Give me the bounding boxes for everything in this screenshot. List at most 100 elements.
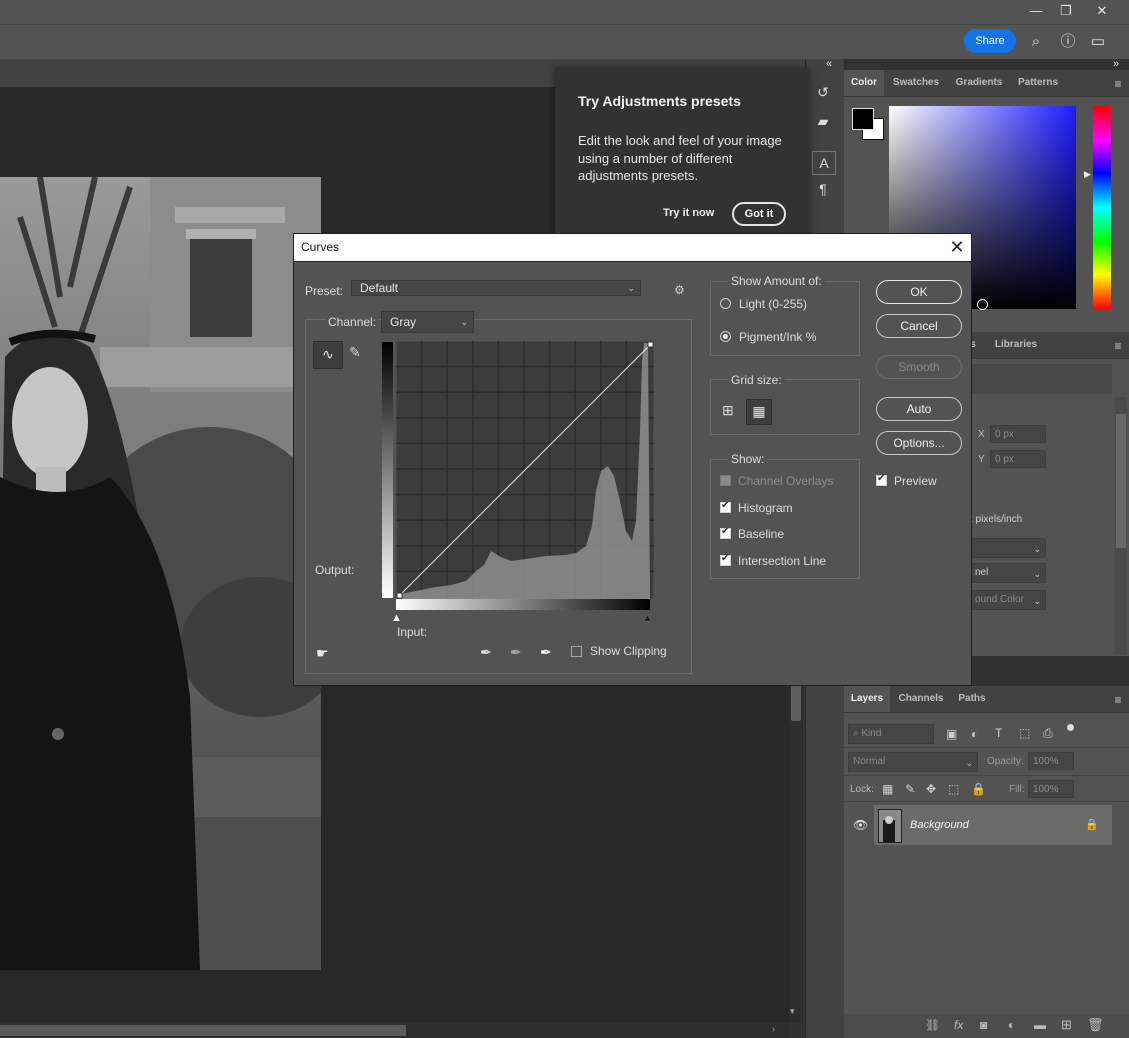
horizontal-scroll-thumb[interactable] (0, 1025, 406, 1036)
got-it-button[interactable]: Got it (732, 202, 786, 226)
tab-color[interactable]: Color (844, 70, 884, 96)
on-image-adjust-icon[interactable]: ☛ (316, 645, 329, 662)
filter-adjustment-icon[interactable]: ◐ (971, 727, 978, 741)
opacity-input[interactable]: 100% (1028, 752, 1074, 770)
filter-toggle-icon[interactable] (1067, 724, 1074, 731)
comment-icon[interactable]: ▰ (812, 110, 834, 132)
paragraph-icon[interactable]: ¶ (812, 178, 834, 200)
show-clipping-checkbox[interactable] (571, 646, 582, 657)
preset-select[interactable]: Default ⌄ (351, 280, 641, 296)
show-clipping-label: Show Clipping (590, 644, 667, 658)
add-mask-icon[interactable]: ◙ (980, 1018, 987, 1032)
popup-body: Edit the look and feel of your image usi… (578, 133, 782, 183)
close-icon[interactable]: ✕ (1086, 0, 1118, 22)
tab-libraries[interactable]: Libraries (986, 332, 1046, 358)
filter-type-icon[interactable]: T (995, 726, 1002, 740)
link-layers-icon[interactable]: ⛓ (925, 1018, 940, 1032)
cancel-button[interactable]: Cancel (876, 314, 962, 338)
properties-select-1[interactable]: ⌄ (970, 538, 1046, 558)
histogram-checkbox[interactable] (720, 500, 731, 513)
preview-checkbox[interactable] (876, 473, 887, 486)
layer-kind-filter[interactable]: ⌕ Kind (848, 724, 934, 744)
options-button[interactable]: Options... (876, 431, 962, 455)
delete-layer-icon[interactable]: 🗑 (1087, 1017, 1104, 1033)
baseline-checkbox[interactable] (720, 526, 731, 539)
dialog-close-icon[interactable]: ✕ (946, 236, 968, 258)
simple-grid-icon[interactable]: ⊞ (722, 402, 734, 419)
pigment-label: Pigment/Ink % (739, 330, 817, 344)
y-input[interactable]: 0 px (990, 450, 1046, 468)
help-icon[interactable]: ⓘ (1057, 31, 1079, 53)
try-it-now-link[interactable]: Try it now (663, 207, 714, 219)
preset-options-gear-icon[interactable]: ⚙ (674, 283, 685, 297)
channel-select[interactable]: Gray ⌄ (381, 311, 474, 333)
filter-pixel-icon[interactable]: ▣ (946, 727, 957, 741)
lock-transparent-icon[interactable]: ▦ (882, 782, 893, 796)
black-eyedropper-icon[interactable]: ✒ (480, 644, 492, 661)
black-point-slider-icon[interactable]: ▲ (391, 612, 402, 624)
auto-button[interactable]: Auto (876, 397, 962, 421)
search-icon[interactable]: ⌕ (1025, 31, 1047, 53)
lock-position-icon[interactable]: ✥ (926, 782, 936, 796)
vertical-scroll-thumb[interactable] (791, 685, 801, 721)
fx-icon[interactable]: fx (954, 1018, 963, 1032)
properties-scroll-thumb[interactable] (1116, 414, 1126, 548)
lock-image-icon[interactable]: ✎ (905, 782, 915, 796)
light-radio[interactable] (720, 298, 731, 309)
curve-graph[interactable] (396, 341, 654, 599)
options-bar (0, 24, 1129, 59)
detailed-grid-icon[interactable]: ▦ (746, 399, 772, 425)
tab-patterns[interactable]: Patterns (1010, 70, 1066, 96)
visibility-eye-icon[interactable]: 👁 (853, 818, 868, 832)
scroll-right-icon[interactable]: › (772, 1024, 775, 1034)
white-point-slider-icon[interactable]: ▲ (642, 612, 653, 624)
panel-menu-icon[interactable]: ≡ (1111, 78, 1125, 90)
filter-smart-object-icon[interactable]: ⎙ (1043, 726, 1053, 741)
ok-button[interactable]: OK (876, 280, 962, 304)
tab-channels[interactable]: Channels (894, 686, 948, 712)
lock-artboard-icon[interactable]: ⬚ (948, 782, 959, 796)
new-layer-icon[interactable]: ⊞ (1061, 1017, 1072, 1033)
minimize-icon[interactable]: — (1020, 0, 1052, 22)
properties-select-2[interactable]: nel ⌄ (970, 563, 1046, 583)
properties-select-3[interactable]: ound Color ⌄ (970, 590, 1046, 610)
layer-lock-icon[interactable]: 🔒 (1085, 818, 1099, 831)
curve-pencil-tool-icon[interactable]: ✎ (349, 344, 361, 361)
lock-all-icon[interactable]: 🔒 (971, 782, 986, 796)
gray-eyedropper-icon[interactable]: ✒ (510, 644, 522, 661)
filter-shape-icon[interactable]: ⬚ (1019, 726, 1030, 740)
panel-menu-icon-3[interactable]: ≡ (1111, 694, 1125, 706)
collapse-right-icon[interactable]: » (1113, 58, 1119, 70)
curve-points-tool-icon[interactable]: ∿ (313, 341, 343, 369)
share-button[interactable]: Share (964, 29, 1016, 53)
scroll-down-icon[interactable]: ▾ (790, 1006, 795, 1017)
foreground-color-swatch[interactable] (852, 108, 874, 130)
new-group-icon[interactable]: ▬ (1034, 1018, 1046, 1032)
restore-icon[interactable]: ❐ (1050, 0, 1082, 22)
collapse-left-icon[interactable]: « (826, 58, 832, 70)
intersection-line-checkbox[interactable] (720, 553, 731, 566)
hue-slider[interactable] (1093, 106, 1111, 309)
tab-swatches[interactable]: Swatches (886, 70, 946, 96)
white-eyedropper-icon[interactable]: ✒ (540, 644, 552, 661)
character-icon[interactable]: A (812, 151, 836, 175)
history-icon[interactable]: ↺ (812, 81, 834, 103)
x-input[interactable]: 0 px (990, 425, 1046, 443)
curve-point-black[interactable] (396, 592, 403, 599)
workspace-icon[interactable]: ▭ (1087, 31, 1109, 53)
curve-point-white[interactable] (647, 341, 654, 348)
tab-gradients[interactable]: Gradients (948, 70, 1010, 96)
fill-input[interactable]: 100% (1028, 780, 1074, 798)
document-image[interactable] (0, 177, 321, 970)
tab-paths[interactable]: Paths (952, 686, 992, 712)
show-amount-title: Show Amount of: (728, 274, 825, 288)
blend-mode-select[interactable]: Normal ⌄ (848, 752, 978, 772)
pigment-radio[interactable] (720, 331, 731, 342)
color-picker-marker[interactable] (977, 299, 988, 310)
hue-marker-icon[interactable]: ▶ (1084, 169, 1091, 180)
divider-3 (844, 801, 1129, 802)
layer-name[interactable]: Background (910, 819, 969, 831)
new-adjustment-icon[interactable]: ◐ (1008, 1018, 1015, 1032)
tab-layers[interactable]: Layers (844, 686, 890, 712)
panel-menu-icon-2[interactable]: ≡ (1111, 340, 1125, 352)
